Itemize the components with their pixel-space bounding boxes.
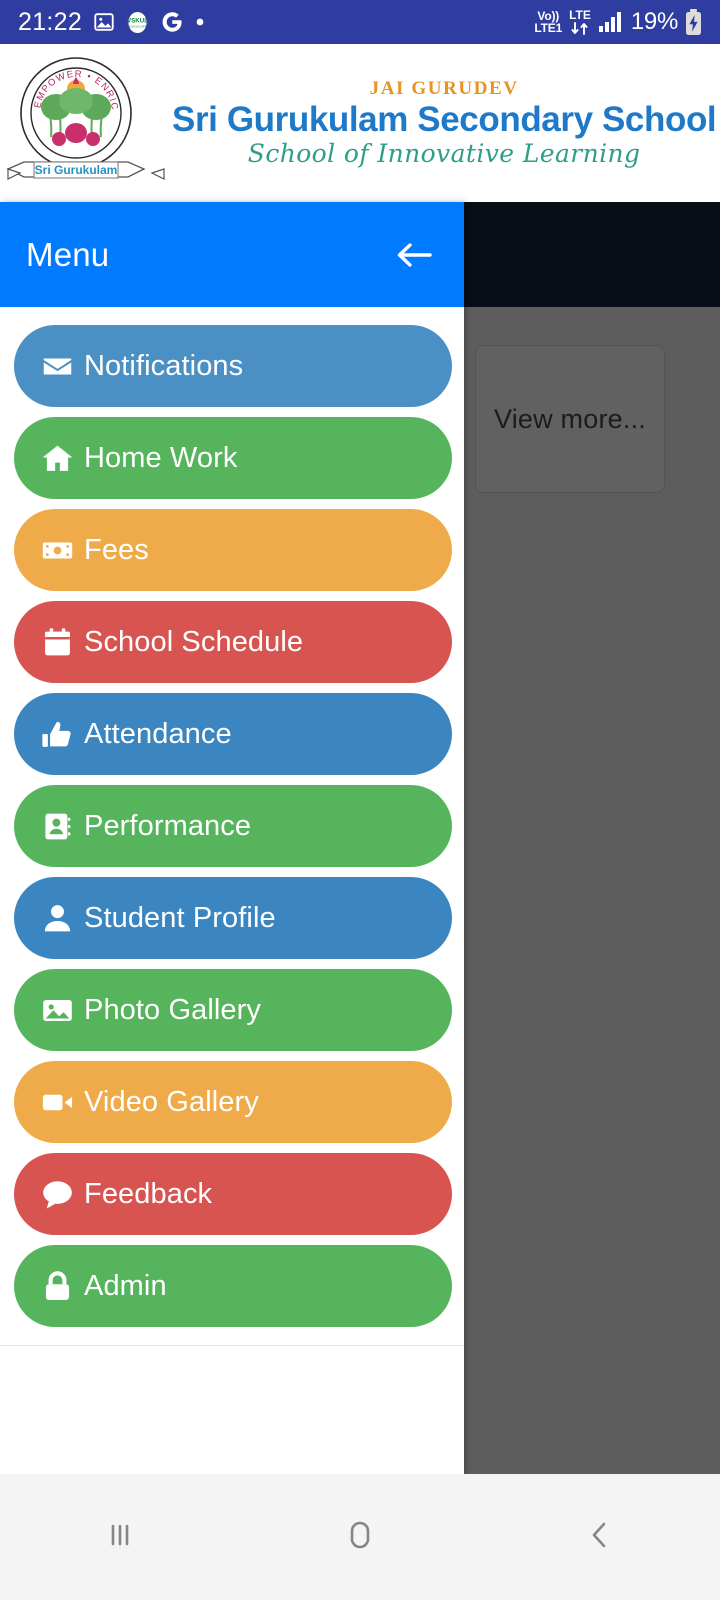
volte-icon: Vo)) LTE1 (534, 10, 563, 35)
volte-bottom-label: LTE1 (534, 21, 563, 35)
drawer-footer (0, 1346, 464, 1474)
home-button[interactable] (240, 1474, 480, 1600)
lock-icon (38, 1267, 76, 1305)
battery-charging-icon (685, 9, 702, 35)
school-name-label: Sri Gurukulam Secondary School (172, 99, 717, 139)
lte-top-label: LTE (569, 8, 591, 23)
status-bar-left: 21:22 VSKUL SCHOOL APP (18, 8, 205, 37)
school-tagline-label: School of Innovative Learning (247, 138, 641, 168)
menu-item-performance[interactable]: Performance (14, 785, 452, 867)
menu-item-label: Notifications (84, 349, 244, 382)
money-bill-icon (38, 531, 76, 569)
navigation-drawer: Menu Notifications Home Work Fees School… (0, 202, 464, 1474)
menu-item-label: Video Gallery (84, 1085, 259, 1118)
status-clock: 21:22 (18, 7, 83, 36)
recents-icon (103, 1518, 137, 1557)
image-icon (38, 991, 76, 1029)
battery-percent-label: 19% (630, 8, 678, 35)
video-camera-icon (38, 1083, 76, 1121)
menu-item-label: Fees (84, 533, 149, 566)
status-bar-right: Vo)) LTE1 LTE 19% (534, 8, 702, 36)
calendar-icon (38, 623, 76, 661)
user-icon (38, 899, 76, 937)
address-card-icon (38, 807, 76, 845)
menu-item-label: Photo Gallery (84, 993, 261, 1026)
envelope-icon (38, 347, 76, 385)
drawer-title: Menu (26, 235, 110, 273)
arrow-left-icon[interactable] (390, 231, 438, 279)
signal-bars-icon (598, 11, 622, 33)
menu-item-video-gallery[interactable]: Video Gallery (14, 1061, 452, 1143)
svg-text:Sri Gurukulam: Sri Gurukulam (35, 163, 118, 177)
school-title-block: JAI GURUDEV Sri Gurukulam Secondary Scho… (172, 78, 720, 169)
thumbs-up-icon (38, 715, 76, 753)
menu-item-fees[interactable]: Fees (14, 509, 452, 591)
menu-item-label: School Schedule (84, 625, 304, 658)
menu-item-attendance[interactable]: Attendance (14, 693, 452, 775)
dot-indicator-icon (195, 17, 205, 27)
lte-data-icon: LTE (569, 8, 591, 35)
menu-item-label: Feedback (84, 1177, 213, 1210)
status-bar: 21:22 VSKUL SCHOOL APP Vo)) LTE1 LTE 19% (0, 0, 720, 44)
svg-text:SCHOOL APP: SCHOOL APP (128, 24, 146, 28)
menu-item-photo-gallery[interactable]: Photo Gallery (14, 969, 452, 1051)
drawer-menu-list: Notifications Home Work Fees School Sche… (0, 307, 464, 1346)
back-button[interactable] (480, 1474, 720, 1600)
vskul-app-icon: VSKUL SCHOOL APP (126, 11, 149, 34)
menu-item-label: Student Profile (84, 901, 276, 934)
menu-item-home-work[interactable]: Home Work (14, 417, 452, 499)
comment-icon (38, 1175, 76, 1213)
menu-item-label: Home Work (84, 441, 238, 474)
menu-item-student-profile[interactable]: Student Profile (14, 877, 452, 959)
home-icon (38, 439, 76, 477)
menu-item-label: Admin (84, 1269, 167, 1302)
image-notification-icon (93, 11, 115, 33)
menu-item-feedback[interactable]: Feedback (14, 1153, 452, 1235)
google-icon (160, 10, 184, 34)
school-logo-icon: EMPOWER • ENRICH • ENLI Sri Gurukulam (0, 41, 172, 197)
android-nav-bar (0, 1474, 720, 1600)
menu-item-notifications[interactable]: Notifications (14, 325, 452, 407)
recents-button[interactable] (0, 1474, 240, 1600)
home-circle-icon (342, 1517, 378, 1558)
menu-item-admin[interactable]: Admin (14, 1245, 452, 1327)
jai-gurudev-label: JAI GURUDEV (369, 77, 519, 99)
school-header: EMPOWER • ENRICH • ENLI Sri Gurukulam JA… (0, 41, 720, 202)
chevron-left-icon (583, 1518, 617, 1557)
menu-item-school-schedule[interactable]: School Schedule (14, 601, 452, 683)
menu-item-label: Attendance (84, 717, 232, 750)
drawer-header: Menu (0, 202, 464, 307)
menu-item-label: Performance (84, 809, 252, 842)
